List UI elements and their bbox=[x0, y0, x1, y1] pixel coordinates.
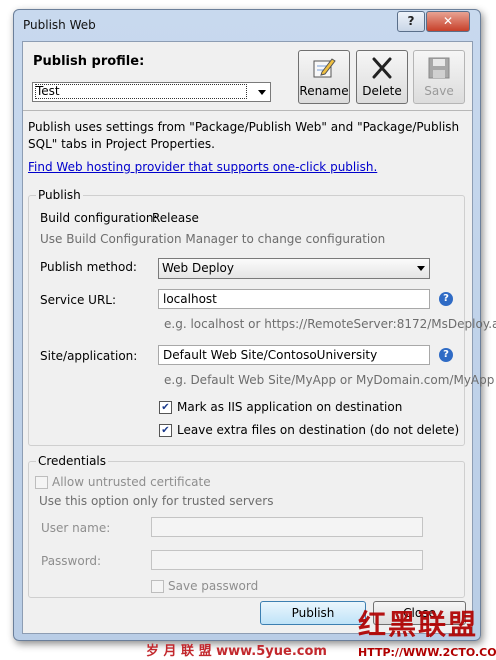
question-circle-icon[interactable]: ? bbox=[439, 292, 453, 306]
allow-untrusted-hint: Use this option only for trusted servers bbox=[39, 494, 274, 508]
site-application-hint: e.g. Default Web Site/MyApp or MyDomain.… bbox=[164, 373, 495, 387]
delete-button[interactable]: Delete bbox=[356, 50, 408, 104]
publish-button[interactable]: Publish bbox=[260, 601, 366, 625]
close-window-button[interactable]: ✕ bbox=[426, 11, 470, 32]
dialog-body: Publish profile: Test Rename Delete Save… bbox=[22, 41, 496, 634]
delete-label: Delete bbox=[362, 84, 402, 98]
site-application-value: Default Web Site/ContosoUniversity bbox=[163, 348, 378, 362]
rename-label: Rename bbox=[299, 84, 349, 98]
pencil-notepad-icon bbox=[313, 58, 336, 78]
site-application-label: Site/application: bbox=[40, 349, 138, 363]
build-config-value: Release bbox=[152, 211, 199, 225]
mark-iis-checkbox[interactable]: ✔ bbox=[159, 401, 172, 414]
password-label: Password: bbox=[41, 554, 102, 568]
username-input[interactable] bbox=[151, 517, 423, 537]
help-button[interactable]: ? bbox=[397, 11, 425, 32]
username-label: User name: bbox=[41, 521, 111, 535]
publish-profile-label: Publish profile: bbox=[33, 54, 145, 69]
header-divider bbox=[23, 110, 472, 111]
publish-profile-dropdown[interactable]: Test bbox=[32, 82, 271, 102]
publish-method-dropdown[interactable]: Web Deploy bbox=[158, 258, 430, 279]
chevron-down-icon bbox=[417, 266, 425, 271]
rename-button[interactable]: Rename bbox=[298, 50, 350, 104]
window-title: Publish Web bbox=[23, 18, 96, 32]
floppy-disk-icon bbox=[428, 57, 450, 79]
publish-group-title: Publish bbox=[36, 188, 83, 202]
save-password-label: Save password bbox=[168, 579, 259, 593]
leave-files-label: Leave extra files on destination (do not… bbox=[177, 423, 460, 437]
watermark-left: 岁 月 联 盟 www.5yue.com bbox=[146, 644, 327, 659]
service-url-hint: e.g. localhost or https://RemoteServer:8… bbox=[164, 317, 496, 331]
title-bar[interactable]: Publish Web ? ✕ bbox=[14, 10, 480, 40]
x-delete-icon bbox=[372, 57, 392, 79]
service-url-label: Service URL: bbox=[40, 293, 117, 307]
build-config-label: Build configuration: bbox=[40, 211, 158, 225]
save-label: Save bbox=[424, 84, 454, 98]
question-circle-icon[interactable]: ? bbox=[439, 348, 453, 362]
allow-untrusted-checkbox[interactable] bbox=[35, 476, 48, 489]
password-input[interactable] bbox=[151, 550, 423, 570]
build-config-hint: Use Build Configuration Manager to chang… bbox=[40, 232, 386, 246]
hosting-provider-link[interactable]: Find Web hosting provider that supports … bbox=[28, 160, 377, 174]
watermark-logo: 红黑联盟 bbox=[358, 608, 479, 641]
allow-untrusted-label: Allow untrusted certificate bbox=[52, 475, 211, 489]
watermark-url: HTTP://WWW.2CTO.COM bbox=[358, 646, 496, 659]
leave-files-checkbox[interactable]: ✔ bbox=[159, 424, 172, 437]
publish-info-text: Publish uses settings from "Package/Publ… bbox=[28, 120, 460, 151]
publish-method-label: Publish method: bbox=[40, 260, 137, 274]
publish-method-value: Web Deploy bbox=[162, 261, 234, 275]
chevron-down-icon bbox=[258, 90, 266, 95]
save-password-checkbox[interactable] bbox=[151, 580, 164, 593]
publish-web-dialog: Publish Web ? ✕ Publish profile: Test Re… bbox=[13, 9, 496, 641]
service-url-value: localhost bbox=[163, 292, 217, 306]
credentials-group: Credentials Allow untrusted certificate … bbox=[28, 454, 465, 598]
mark-iis-label: Mark as IIS application on destination bbox=[177, 400, 403, 414]
credentials-group-title: Credentials bbox=[36, 454, 109, 468]
save-button[interactable]: Save bbox=[413, 50, 465, 104]
service-url-input[interactable]: localhost bbox=[158, 289, 430, 309]
site-application-input[interactable]: Default Web Site/ContosoUniversity bbox=[158, 345, 430, 365]
publish-profile-value: Test bbox=[35, 84, 247, 99]
